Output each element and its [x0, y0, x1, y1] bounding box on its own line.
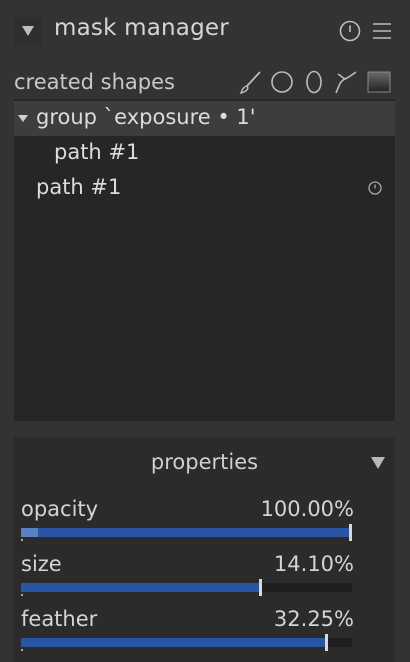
tree-row-path[interactable]: path #1: [14, 171, 395, 206]
properties-title: properties: [150, 450, 259, 474]
size-slider[interactable]: size 14.10%: [21, 552, 354, 607]
slider-baseline-marker: [21, 649, 23, 651]
add-ellipse-button[interactable]: [301, 68, 327, 96]
triangle-down-icon[interactable]: [371, 457, 385, 469]
feather-slider[interactable]: feather 32.25%: [21, 607, 354, 662]
module-header: mask manager: [0, 0, 410, 64]
tree-row-group[interactable]: group `exposure • 1': [14, 101, 395, 136]
slider-handle[interactable]: [349, 524, 352, 541]
slider-value: 32.25%: [273, 607, 354, 631]
slider-fill: [21, 528, 352, 537]
reset-button[interactable]: [337, 18, 363, 44]
add-path-button[interactable]: [333, 68, 359, 96]
slider-baseline-marker: [21, 539, 23, 541]
power-icon[interactable]: [367, 180, 383, 196]
tree-row-label: path #1: [36, 175, 122, 199]
brush-icon: [239, 71, 261, 95]
slider-label: size: [21, 552, 62, 576]
tree-row-label: path #1: [54, 140, 140, 164]
slider-track[interactable]: [21, 524, 352, 541]
slider-value: 100.00%: [260, 497, 354, 521]
slider-track[interactable]: [21, 579, 352, 596]
slider-soft-fill: [21, 528, 38, 537]
slider-fill: [21, 638, 325, 647]
power-icon: [339, 20, 361, 42]
slider-track[interactable]: [21, 634, 352, 651]
slider-baseline-marker: [21, 594, 23, 596]
expander-down-icon[interactable]: [18, 115, 28, 123]
circle-icon: [271, 71, 293, 93]
slider-value: 14.10%: [273, 552, 354, 576]
add-gradient-button[interactable]: [366, 68, 392, 96]
triangle-down-icon: [22, 26, 34, 36]
hamburger-menu-icon: [373, 23, 391, 39]
collapse-button[interactable]: [14, 17, 42, 45]
slider-handle[interactable]: [259, 579, 262, 596]
add-circle-button[interactable]: [269, 68, 295, 96]
properties-section: properties opacity 100.00% size 14.10% f…: [14, 437, 395, 662]
slider-fill: [21, 583, 259, 592]
opacity-slider[interactable]: opacity 100.00%: [21, 497, 354, 552]
tree-row-path-child[interactable]: path #1: [14, 136, 395, 171]
add-brush-button[interactable]: [238, 68, 264, 96]
slider-label: feather: [21, 607, 98, 631]
gradient-icon: [367, 71, 391, 93]
slider-label: opacity: [21, 497, 99, 521]
module-title: mask manager: [54, 15, 229, 41]
created-shapes-label: created shapes: [14, 70, 175, 94]
ellipse-icon: [306, 70, 322, 94]
shapes-tree[interactable]: group `exposure • 1' path #1 path #1: [14, 99, 395, 421]
presets-menu-button[interactable]: [369, 18, 395, 44]
slider-handle[interactable]: [325, 634, 328, 651]
tree-row-label: group `exposure • 1': [36, 105, 256, 129]
path-icon: [335, 71, 357, 94]
